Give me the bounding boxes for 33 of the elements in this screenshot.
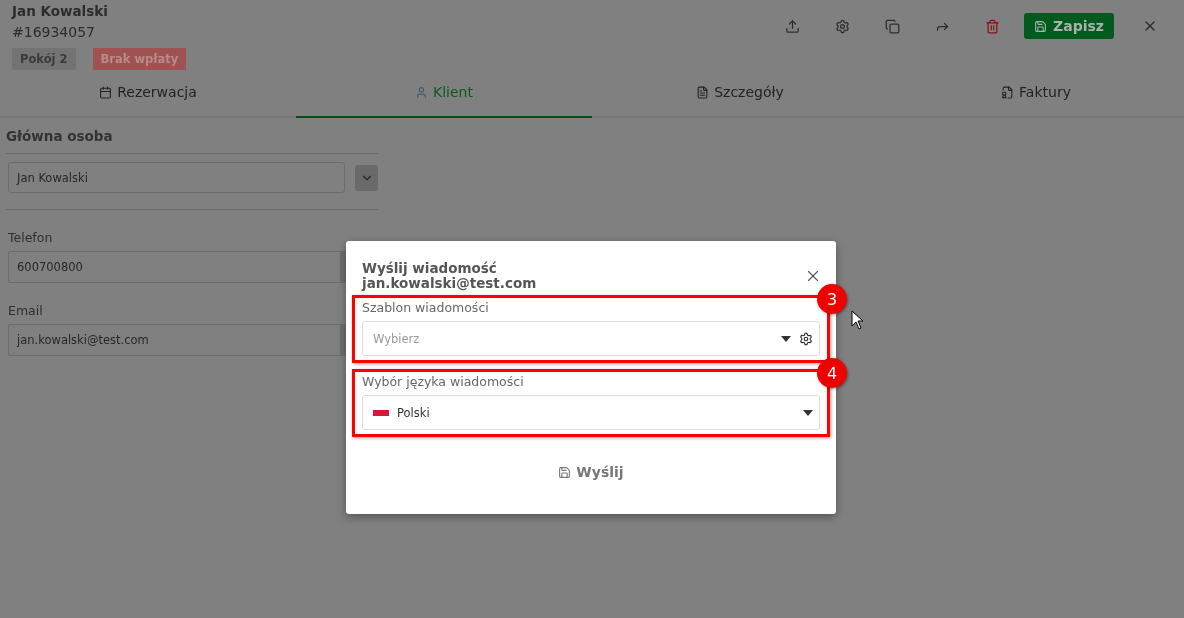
field-label: Telefon: [8, 230, 54, 245]
person-select[interactable]: Jan Kowalski: [8, 162, 345, 193]
step-number-badge: 4: [817, 358, 847, 388]
client-name: Jan Kowalski: [12, 2, 109, 20]
user-icon: [415, 85, 429, 99]
step-number-badge: 3: [817, 284, 847, 314]
field-label: Szablon wiadomości: [362, 300, 490, 315]
flag-icon: [373, 409, 389, 416]
calendar-icon: [99, 85, 113, 99]
caret-icon: [803, 409, 813, 416]
settings-icon[interactable]: [799, 331, 813, 346]
mouse-pointer-icon: [851, 310, 864, 330]
send-button[interactable]: Wyślij: [552, 463, 630, 481]
save-button[interactable]: Zapisz: [1024, 13, 1114, 39]
tab[interactable]: Faktury: [888, 74, 1184, 118]
room-badge: Pokój 2: [12, 48, 76, 70]
document-icon: [1001, 85, 1015, 99]
tab[interactable]: Klient: [296, 74, 592, 118]
section-title: Główna osoba: [6, 128, 378, 154]
caret-icon: [781, 335, 791, 342]
input-field[interactable]: jan.kowalski@test.com: [8, 324, 340, 356]
document-icon: [696, 85, 710, 99]
chevron-down-icon[interactable]: [355, 164, 378, 191]
payment-status-badge: Brak wpłaty: [92, 48, 187, 70]
field-label: Wybór języka wiadomości: [362, 374, 525, 389]
tab[interactable]: Rezerwacja: [0, 74, 296, 118]
language-select[interactable]: Polski: [362, 395, 820, 430]
template-select[interactable]: Wybierz: [362, 321, 820, 356]
dialog-title: Wyślij wiadomość: [362, 261, 498, 276]
reservation-number: #16934057: [12, 23, 96, 42]
tab[interactable]: Szczegóły: [592, 74, 888, 118]
input-field[interactable]: 600700800: [8, 251, 340, 283]
dialog-email: jan.kowalski@test.com: [362, 276, 537, 291]
